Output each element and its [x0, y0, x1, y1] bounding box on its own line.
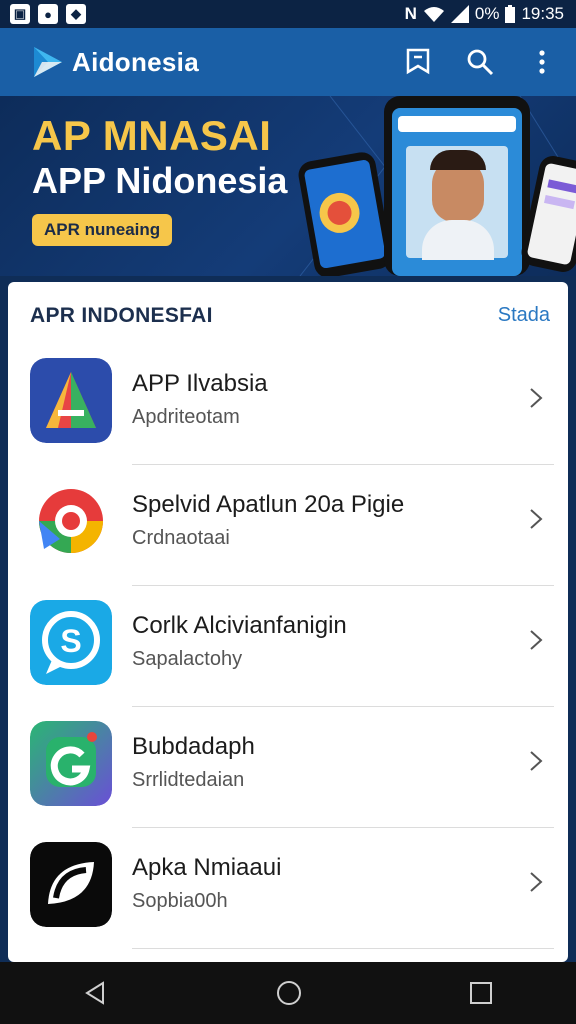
more-icon: [539, 50, 545, 74]
chevron-right-icon: [530, 388, 543, 408]
section-see-all-link[interactable]: Stada: [498, 304, 550, 327]
more-options-button[interactable]: [522, 42, 562, 82]
app-subtitle: Crdnaotaai: [132, 527, 230, 549]
battery-icon: [505, 5, 516, 23]
app-list-item[interactable]: Bubdadaph Srrlidtedaian: [8, 707, 568, 828]
phone-illustration-main: [384, 96, 530, 276]
recents-icon[interactable]: [469, 981, 493, 1005]
section-title: APR INDONESFAI: [30, 304, 213, 327]
nfc-icon: N: [404, 4, 417, 23]
bookmark-icon: [406, 48, 430, 75]
app-title: Aidonesia: [72, 46, 199, 77]
app-list: APP Ilvabsia Apdriteotam Spelvid Apatlun…: [8, 344, 568, 949]
search-button[interactable]: [460, 42, 500, 82]
app-icon-chat-s: S: [30, 600, 112, 685]
svg-text:S: S: [60, 623, 81, 659]
notification-icon: ◆: [66, 4, 86, 24]
banner-badge: APR nuneaing: [32, 214, 173, 246]
app-bar: Aidonesia: [0, 28, 576, 96]
list-divider: [132, 948, 554, 949]
status-bar: ▣ ● ◆ N 0% 19:35: [0, 0, 576, 28]
app-list-item[interactable]: S Corlk Alcivianfanigin Sapalactohy: [8, 586, 568, 707]
app-icon-green-g: [30, 721, 112, 806]
app-icon-swirl: [30, 479, 112, 564]
app-subtitle: Srrlidtedaian: [132, 769, 245, 791]
app-subtitle: Sopbia00h: [132, 890, 228, 912]
app-name: Spelvid Apatlun 20a Pigie: [132, 491, 405, 518]
back-icon[interactable]: [83, 980, 109, 1006]
chevron-right-icon: [530, 872, 543, 892]
app-name: Corlk Alcivianfanigin: [132, 612, 347, 639]
bookmark-button[interactable]: [398, 42, 438, 82]
banner-headline: AP MNASAI: [32, 112, 272, 159]
app-icon-triangle: [30, 358, 112, 443]
signal-icon: [450, 5, 469, 23]
promo-banner[interactable]: AP MNASAI APP Nidonesia APR nuneaing: [0, 96, 576, 276]
home-icon[interactable]: [275, 979, 303, 1007]
clock: 19:35: [521, 4, 564, 23]
banner-subheadline: APP Nidonesia: [32, 160, 288, 201]
wifi-icon: [423, 7, 444, 22]
battery-percent: 0%: [474, 4, 500, 23]
app-list-item[interactable]: Apka Nmiaaui Sopbia00h: [8, 828, 568, 949]
app-name: Bubdadaph: [132, 733, 255, 760]
app-subtitle: Sapalactohy: [132, 648, 243, 670]
chevron-right-icon: [530, 751, 543, 771]
app-name: APP Ilvabsia: [132, 370, 268, 397]
messenger-icon: ●: [38, 4, 58, 24]
chevron-right-icon: [530, 509, 543, 529]
app-name: Apka Nmiaaui: [132, 854, 282, 881]
apps-section-card: APR INDONESFAI Stada APP Ilvabsia Apdrit…: [8, 282, 568, 962]
gallery-icon: ▣: [10, 4, 30, 24]
app-logo-icon: [34, 47, 62, 77]
system-navigation-bar: [0, 962, 576, 1024]
app-list-item[interactable]: Spelvid Apatlun 20a Pigie Crdnaotaai: [8, 465, 568, 586]
app-subtitle: Apdriteotam: [132, 406, 240, 428]
app-icon-black-swoosh: [30, 842, 112, 927]
chevron-right-icon: [530, 630, 543, 650]
app-list-item[interactable]: APP Ilvabsia Apdriteotam: [8, 344, 568, 465]
search-icon: [467, 49, 494, 76]
